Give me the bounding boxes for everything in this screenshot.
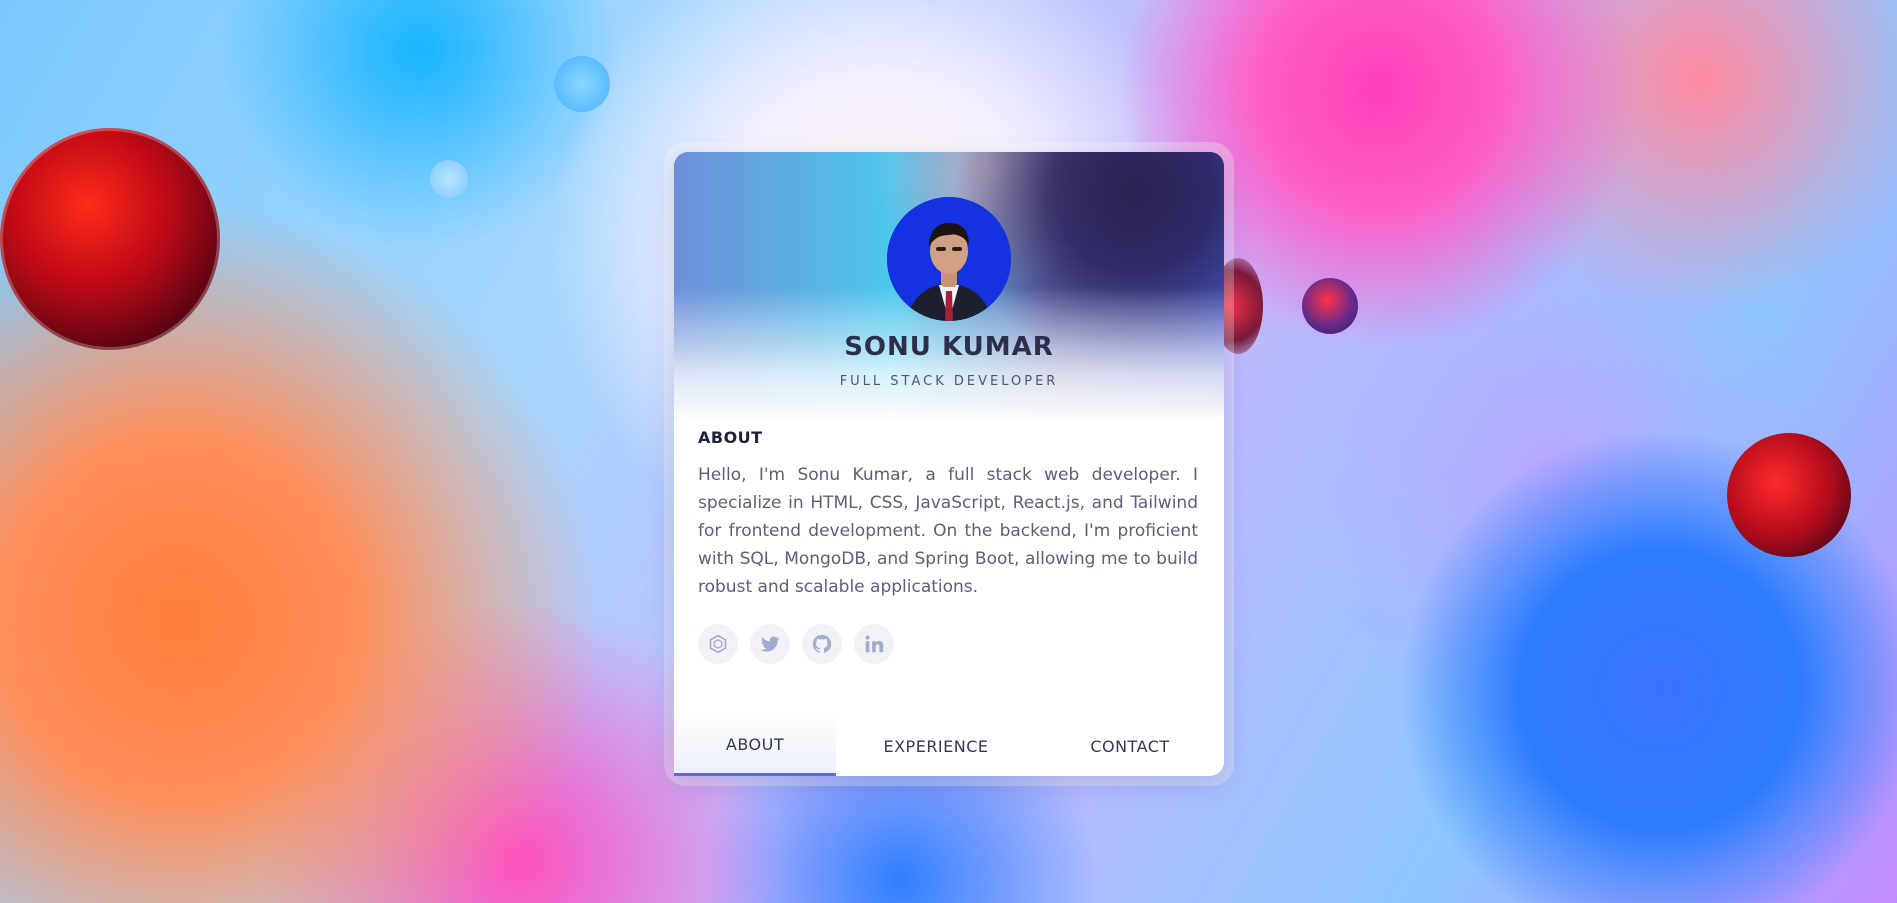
twitter-icon [760, 636, 780, 652]
tab-about[interactable]: ABOUT [674, 716, 836, 776]
profile-name: SONU KUMAR [844, 332, 1054, 362]
avatar [887, 197, 1011, 321]
github-icon [812, 634, 832, 653]
background-bubble [1302, 278, 1358, 334]
profile-role: FULL STACK DEVELOPER [839, 374, 1059, 389]
tab-experience[interactable]: EXPERIENCE [836, 716, 1036, 776]
tab-bar: ABOUT EXPERIENCE CONTACT [674, 716, 1224, 776]
background-bubble [430, 160, 468, 198]
about-paragraph: Hello, I'm Sonu Kumar, a full stack web … [698, 465, 1198, 597]
background-bubble [554, 56, 610, 112]
github-link[interactable] [802, 624, 842, 664]
about-heading: ABOUT [698, 428, 763, 447]
linkedin-link[interactable] [854, 624, 894, 664]
tab-contact[interactable]: CONTACT [1036, 716, 1224, 776]
linkedin-icon [865, 635, 884, 653]
hexagon-icon [709, 634, 727, 654]
avatar-portrait-icon [887, 197, 1011, 321]
twitter-link[interactable] [750, 624, 790, 664]
background-bubble [0, 128, 220, 350]
hexagon-link[interactable] [698, 624, 738, 664]
background-bubble [1727, 433, 1851, 557]
